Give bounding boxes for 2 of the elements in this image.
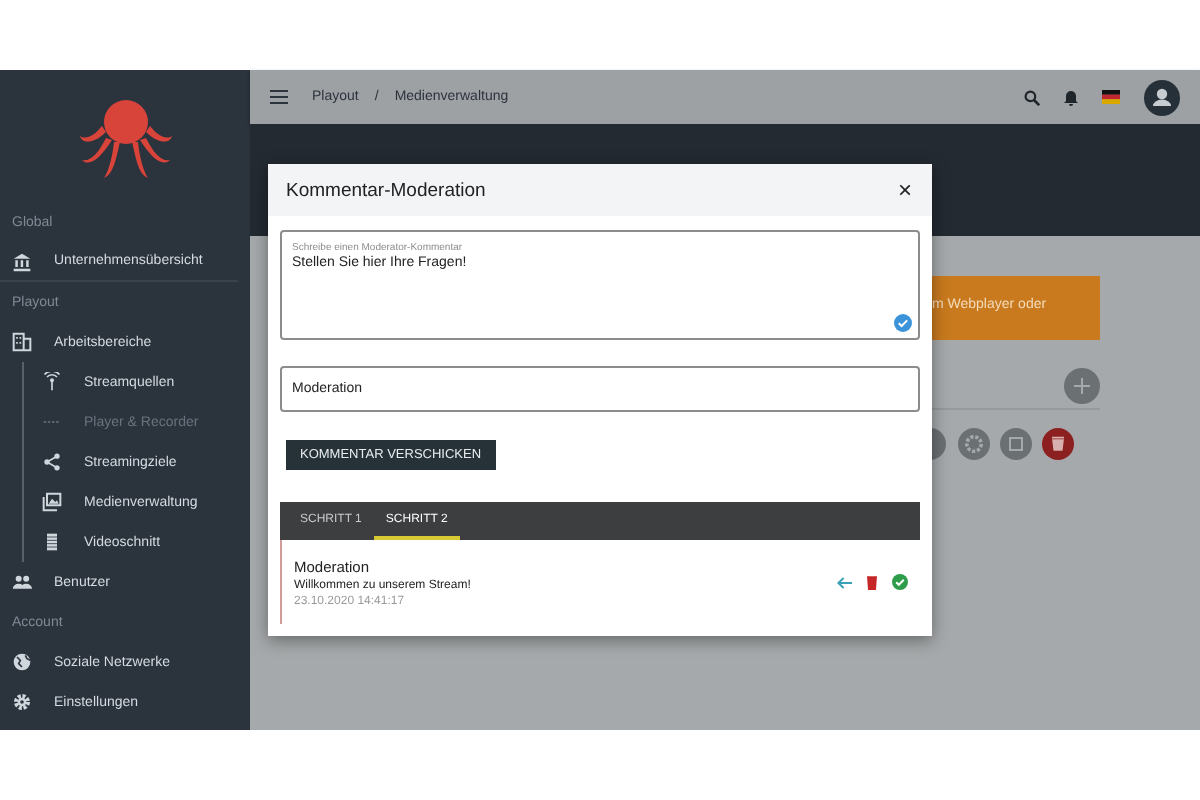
dialog-title: Kommentar-Moderation (286, 179, 486, 201)
close-button[interactable]: × (897, 176, 912, 204)
